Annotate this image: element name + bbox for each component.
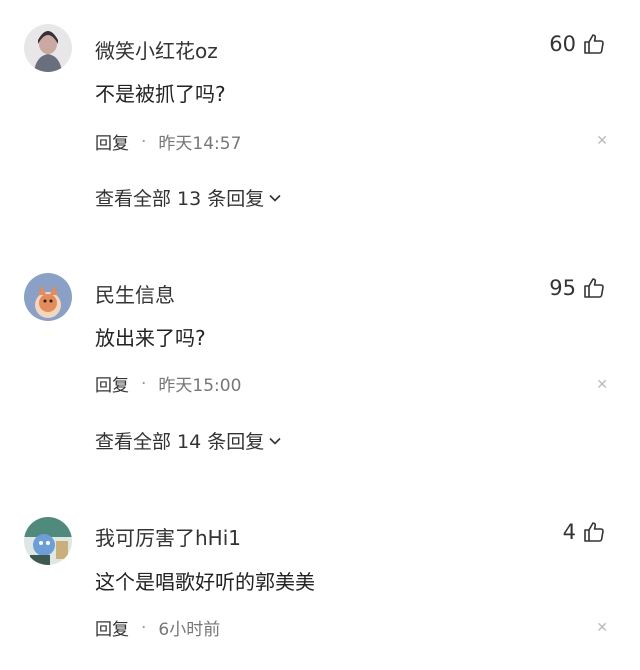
comment-meta: 回复 · 6小时前 [95,615,221,641]
timestamp: 6小时前 [158,620,221,640]
comment-meta: 回复 · 昨天15:00 [95,371,242,397]
like-button[interactable]: 4 [563,520,606,544]
view-replies-button[interactable]: 查看全部 14 条回复 [95,427,282,454]
close-icon[interactable]: ✕ [596,620,608,636]
view-replies-button[interactable]: 查看全部 13 条回复 [95,184,282,211]
avatar[interactable] [24,517,72,565]
username[interactable]: 微笑小红花oz [95,35,218,64]
username[interactable]: 民生信息 [95,279,175,308]
comment-text: 不是被抓了吗? [95,82,226,106]
view-replies-label: 查看全部 14 条回复 [95,431,265,453]
comment-text: 这个是唱歌好听的郭美美 [95,570,315,594]
thumbs-up-icon [584,522,604,542]
close-icon[interactable]: ✕ [596,133,608,149]
avatar[interactable] [24,273,72,321]
view-replies-label: 查看全部 13 条回复 [95,188,265,210]
like-count: 4 [562,520,576,544]
thumbs-up-icon [584,278,604,298]
thumbs-up-icon [584,34,604,54]
chevron-down-icon [269,437,281,445]
separator-dot: · [141,373,147,394]
reply-button[interactable]: 回复 [95,615,129,640]
like-count: 60 [549,32,576,56]
like-button[interactable]: 60 [549,32,606,56]
separator-dot: · [141,131,147,152]
avatar[interactable] [24,24,72,72]
comment-text: 放出来了吗? [95,326,206,350]
reply-button[interactable]: 回复 [95,371,129,396]
reply-button[interactable]: 回复 [95,129,129,154]
timestamp: 昨天14:57 [158,134,242,154]
chevron-down-icon [269,194,281,202]
like-count: 95 [549,276,576,300]
close-icon[interactable]: ✕ [596,377,608,393]
username[interactable]: 我可厉害了hHi1 [95,522,241,551]
comment-meta: 回复 · 昨天14:57 [95,129,242,155]
like-button[interactable]: 95 [549,276,606,300]
timestamp: 昨天15:00 [158,376,242,396]
separator-dot: · [141,617,147,638]
